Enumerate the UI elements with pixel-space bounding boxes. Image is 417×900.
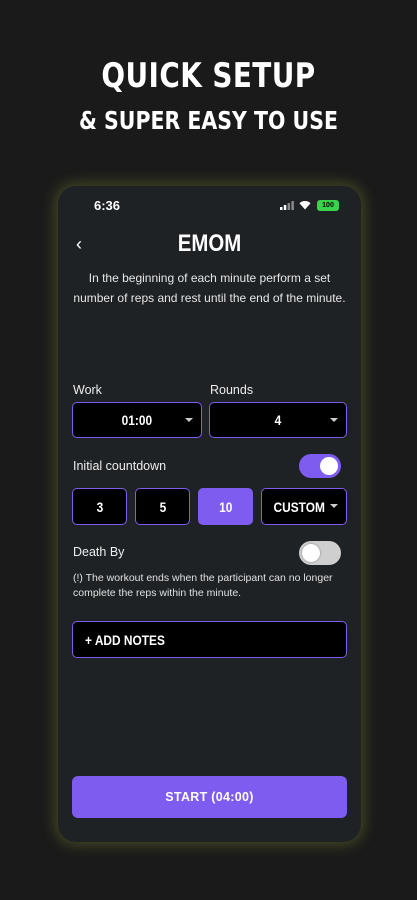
chevron-down-icon (330, 504, 338, 508)
rounds-label: Rounds (210, 383, 254, 397)
death-by-toggle[interactable] (299, 541, 341, 565)
death-by-note: (!) The workout ends when the participan… (73, 572, 333, 599)
start-button-label: START (04:00) (165, 790, 254, 804)
death-by-label: Death By (73, 545, 125, 559)
countdown-option-3[interactable]: 3 (72, 488, 127, 525)
countdown-option-label: 5 (159, 498, 166, 515)
status-time: 6:36 (94, 198, 121, 213)
status-bar: 6:36 100 (58, 198, 361, 214)
work-select[interactable]: 01:00 (72, 402, 202, 438)
add-notes-button[interactable]: + ADD NOTES (72, 621, 347, 658)
countdown-option-label: 3 (96, 498, 103, 515)
initial-countdown-label: Initial countdown (73, 459, 167, 473)
rounds-value: 4 (274, 412, 282, 428)
countdown-custom-select[interactable]: CUSTOM (261, 488, 347, 525)
promo-subtitle: & SUPER EASY TO USE (79, 106, 338, 135)
toggle-knob (302, 544, 320, 562)
phone-screen: 6:36 100 ‹ EMOM In the beginning of each… (58, 186, 361, 842)
initial-countdown-toggle[interactable] (299, 454, 341, 478)
page-title: EMOM (177, 230, 242, 257)
signal-icon (280, 201, 294, 210)
start-button[interactable]: START (04:00) (72, 776, 347, 818)
toggle-knob (320, 457, 338, 475)
wifi-icon (299, 201, 311, 210)
countdown-option-5[interactable]: 5 (135, 488, 190, 525)
promo-title: QUICK SETUP (101, 56, 316, 96)
battery-icon: 100 (317, 200, 339, 211)
workout-description: In the beginning of each minute perform … (73, 271, 346, 305)
chevron-down-icon (185, 418, 193, 422)
countdown-option-10[interactable]: 10 (198, 488, 253, 525)
chevron-down-icon (330, 418, 338, 422)
add-notes-label: + ADD NOTES (85, 631, 165, 648)
rounds-select[interactable]: 4 (209, 402, 347, 438)
countdown-option-label: 10 (218, 498, 233, 515)
work-value: 01:00 (121, 412, 153, 428)
work-label: Work (73, 383, 102, 397)
custom-label: CUSTOM (273, 498, 325, 515)
